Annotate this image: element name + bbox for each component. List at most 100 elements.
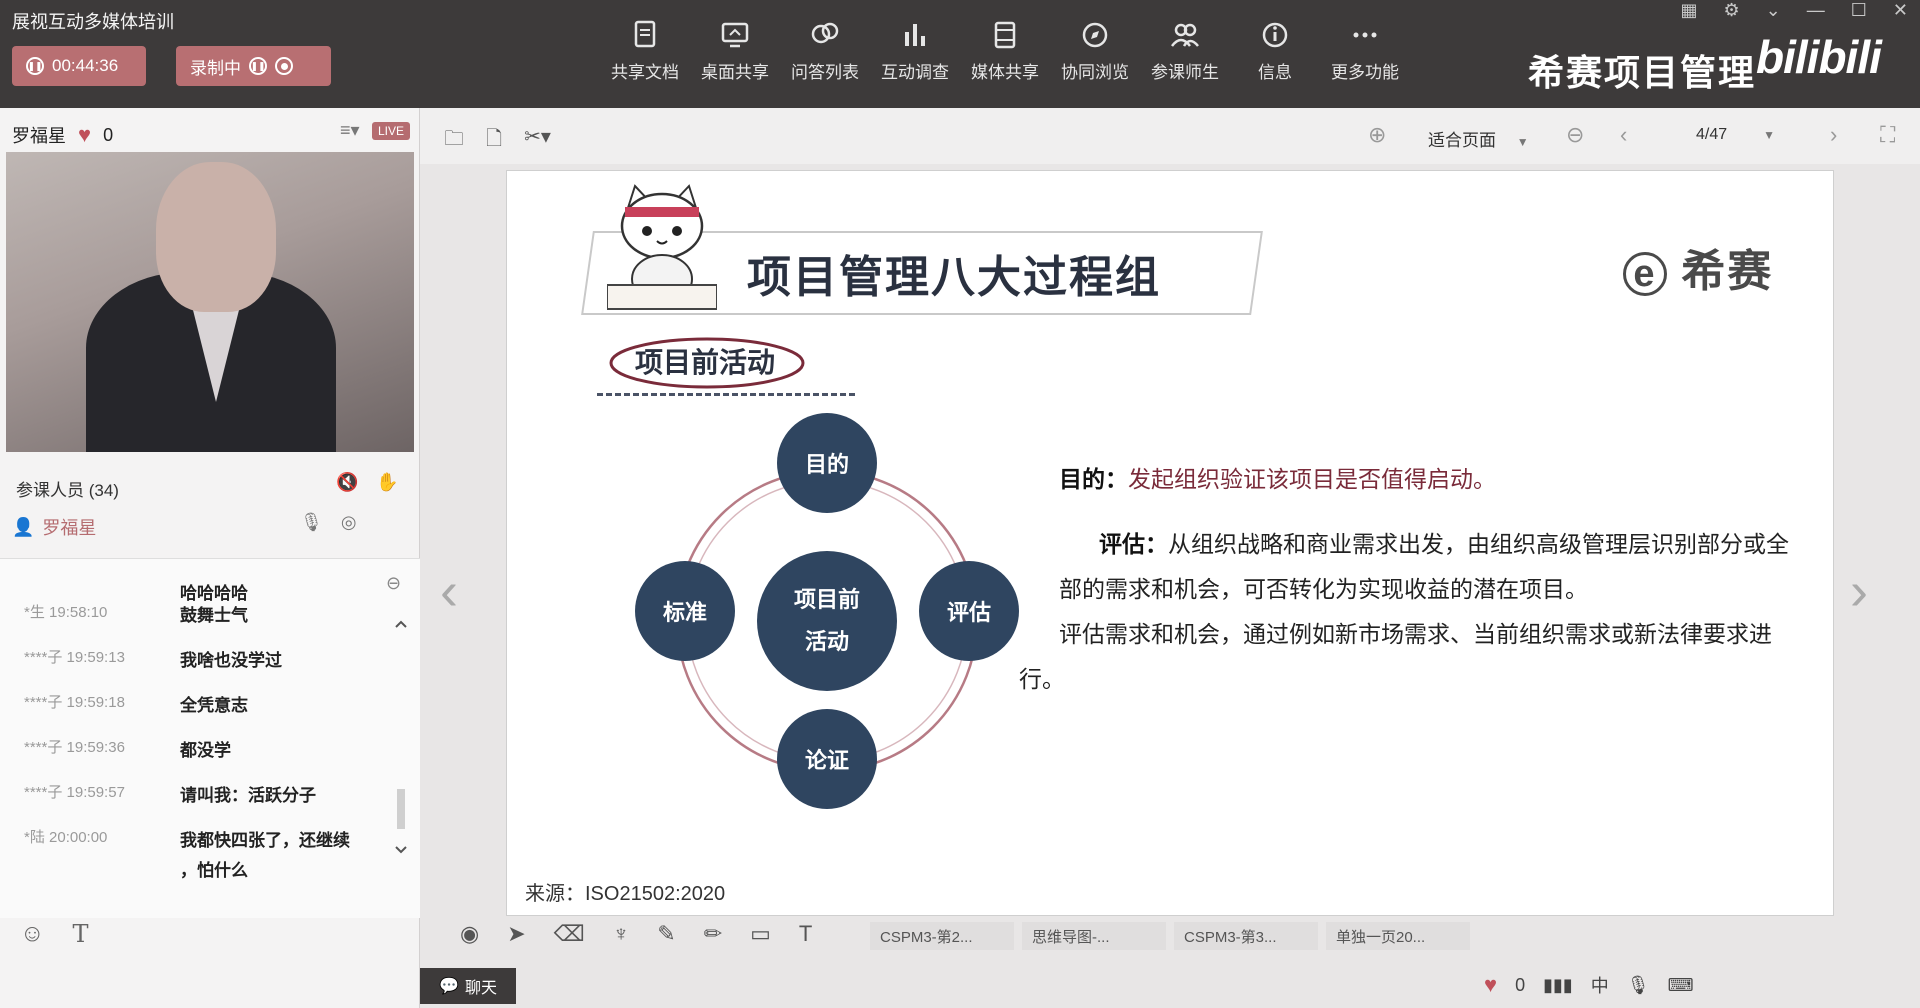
mic-status-icon[interactable]: 🎙 — [1627, 975, 1650, 996]
speaker-row[interactable]: 👤 罗福星 — [12, 514, 96, 540]
window-controls: ▦ ⚙ ⌄ — ☐ ✕ — [1681, 0, 1908, 21]
doc-tab[interactable]: 思维导图-... — [1022, 922, 1166, 950]
record-stop-icon[interactable] — [275, 57, 293, 75]
toolbar-participants[interactable]: 参课师生 — [1140, 18, 1230, 83]
like-heart-icon[interactable]: ♥ — [1484, 972, 1497, 998]
clear-icon[interactable]: ♆ — [613, 921, 630, 947]
list-menu-icon[interactable]: ≡▾ — [340, 120, 360, 141]
toolbar-doc-share[interactable]: 共享文档 — [600, 18, 690, 83]
text-format-icon[interactable]: T — [73, 920, 89, 948]
select-arrow-icon[interactable]: ➤ — [507, 921, 525, 947]
toolbar-survey[interactable]: 互动调查 — [870, 18, 960, 83]
toolbar-label: 更多功能 — [1331, 63, 1399, 82]
chat-message: *生 19:58:10 鼓舞士气 — [24, 601, 394, 646]
emoji-icon[interactable]: ☺ — [20, 920, 45, 948]
zoom-value: 适合页面 — [1428, 131, 1496, 150]
microphone-icon[interactable]: 🎙 — [300, 512, 323, 533]
zoom-select[interactable]: 适合页面 ▼ — [1428, 126, 1529, 151]
subtitle-ink-circle — [609, 337, 805, 389]
purpose-label: 目的： — [1059, 466, 1128, 492]
chat-text: 全凭意志 — [180, 696, 248, 715]
record-pill[interactable]: 录制中 ❚❚ — [176, 46, 331, 86]
speaker-user-icon: 👤 — [12, 516, 35, 537]
maximize-icon[interactable]: ☐ — [1851, 0, 1867, 21]
speaker-name: 罗福星 — [42, 518, 97, 538]
close-icon[interactable]: ✕ — [1893, 0, 1908, 21]
doc-tab[interactable]: CSPM3-第3... — [1174, 922, 1318, 950]
new-file-icon[interactable]: 🗋 — [486, 124, 502, 158]
open-folder-icon[interactable]: 🗀 — [444, 124, 464, 158]
mute-all-icon[interactable]: 🔇 — [336, 472, 358, 493]
slide-title: 项目管理八大过程组 — [747, 253, 1161, 302]
toolbar-more[interactable]: 更多功能 — [1320, 18, 1410, 83]
toolbar-media-share[interactable]: 媒体共享 — [960, 18, 1050, 83]
timer-pill[interactable]: ❚❚ 00:44:36 — [12, 46, 146, 86]
doc-tab[interactable]: 单独一页20... — [1326, 922, 1470, 950]
evaluate-text-2: 评估需求和机会，通过例如新市场需求、当前组织需求或新法律要求进行。 — [1019, 621, 1772, 692]
settings-icon[interactable]: ⚙ — [1724, 0, 1740, 21]
chat-message: *陆 20:00:00 我都快四张了，还继续 — [24, 826, 394, 856]
more-icon — [1353, 32, 1377, 38]
evaluate-text: 从组织战略和商业需求出发，由组织高级管理层识别部分或全部的需求和机会，可否转化为… — [1059, 531, 1789, 602]
process-diagram: 目的 标准 评估 论证 项目前活动 — [607, 411, 1047, 831]
toolbar-co-browse[interactable]: 协同浏览 — [1050, 18, 1140, 83]
next-page-icon[interactable]: › — [1830, 122, 1837, 148]
doc-tab[interactable]: CSPM3-第2... — [870, 922, 1014, 950]
heart-icon[interactable]: ♥ — [78, 122, 91, 148]
chat-meta: *陆 20:00:00 — [24, 829, 108, 846]
chat-meta: ****子 19:59:36 — [24, 739, 125, 756]
speaker-controls: 🎙 ◎ — [300, 512, 357, 533]
chat-list: 哈哈哈哈 *生 19:58:10 鼓舞士气 ****子 19:59:13 我啥也… — [24, 579, 394, 886]
slide-prev-arrow[interactable]: ‹ — [440, 560, 458, 622]
toolbar-info[interactable]: 信息 — [1230, 18, 1320, 83]
top-bar: 展视互动多媒体培训 ❚❚ 00:44:36 录制中 ❚❚ 共享文档 桌面共享 问… — [0, 0, 1920, 108]
fullscreen-icon[interactable]: ⛶ — [1880, 122, 1895, 148]
laser-pointer-icon[interactable]: ◉ — [460, 921, 479, 947]
hand-icon[interactable]: ✋ — [376, 472, 398, 493]
text-tool-icon[interactable]: T — [799, 921, 812, 947]
highlighter-icon[interactable]: ✎ — [657, 921, 675, 947]
zoom-out-icon[interactable]: ⊖ — [1566, 122, 1584, 148]
status-bar: ♥ 0 ▮▮▮ 中 🎙 ⌨ — [1484, 972, 1694, 998]
chat-more-icon[interactable]: ⊖ — [386, 573, 401, 594]
timer-text: 00:44:36 — [52, 56, 119, 75]
minimize-icon[interactable]: — — [1807, 0, 1825, 21]
rectangle-icon[interactable]: ▭ — [750, 921, 771, 947]
page-indicator: 4/47 ▼ — [1696, 126, 1776, 143]
info-icon — [1262, 22, 1288, 48]
ime-indicator[interactable]: 中 — [1591, 972, 1609, 998]
record-pause-icon[interactable]: ❚❚ — [249, 57, 267, 75]
zoom-in-icon[interactable]: ⊕ — [1368, 122, 1386, 148]
toolbar-desktop-share[interactable]: 桌面共享 — [690, 18, 780, 83]
slide-next-arrow[interactable]: › — [1850, 560, 1868, 622]
camera-icon[interactable]: ◎ — [341, 512, 357, 533]
collapse-icon[interactable]: ⌄ — [1766, 0, 1781, 21]
cut-icon[interactable]: ✂▾ — [524, 124, 551, 158]
pause-icon: ❚❚ — [26, 57, 44, 75]
layout-icon[interactable]: ▦ — [1681, 0, 1698, 21]
subtitle-underline — [597, 393, 855, 396]
prev-page-icon[interactable]: ‹ — [1620, 122, 1627, 148]
chat-text: 我啥也没学过 — [180, 651, 282, 670]
live-badge: LIVE — [372, 122, 411, 140]
eraser-icon[interactable]: ⌫ — [554, 921, 585, 947]
chat-meta: ****子 19:59:18 — [24, 694, 125, 711]
chat-text: 我都快四张了，还继续 — [180, 831, 350, 850]
keyboard-icon[interactable]: ⌨ — [1668, 975, 1694, 996]
evaluate-label: 评估： — [1099, 531, 1168, 557]
presenter-row: 罗福星 ♥ 0 — [12, 122, 113, 148]
toolbar-label: 共享文档 — [611, 63, 679, 82]
center-label: 项目前活动 — [793, 587, 860, 654]
node-evaluate: 评估 — [919, 561, 1019, 661]
document-toolbar: 🗀 🗋 ✂▾ ⊕ 适合页面 ▼ ⊖ ‹ 4/47 ▼ › ⛶ — [420, 108, 1920, 164]
chat-meta: ****子 19:59:13 — [24, 649, 125, 666]
presenter-name: 罗福星 — [12, 126, 66, 146]
chat-panel: 哈哈哈哈 *生 19:58:10 鼓舞士气 ****子 19:59:13 我啥也… — [0, 558, 420, 918]
doc-file-tools: 🗀 🗋 ✂▾ — [444, 124, 551, 158]
chat-scrollbar[interactable] — [394, 619, 408, 859]
chat-toggle-button[interactable]: 💬 聊天 — [420, 968, 516, 1004]
toolbar-qa-list[interactable]: 问答列表 — [780, 18, 870, 83]
purpose-line: 目的：发起组织验证该项目是否值得启动。 — [1059, 457, 1809, 502]
cat-mascot-image — [607, 184, 717, 310]
pen-icon[interactable]: ✏ — [704, 921, 722, 947]
